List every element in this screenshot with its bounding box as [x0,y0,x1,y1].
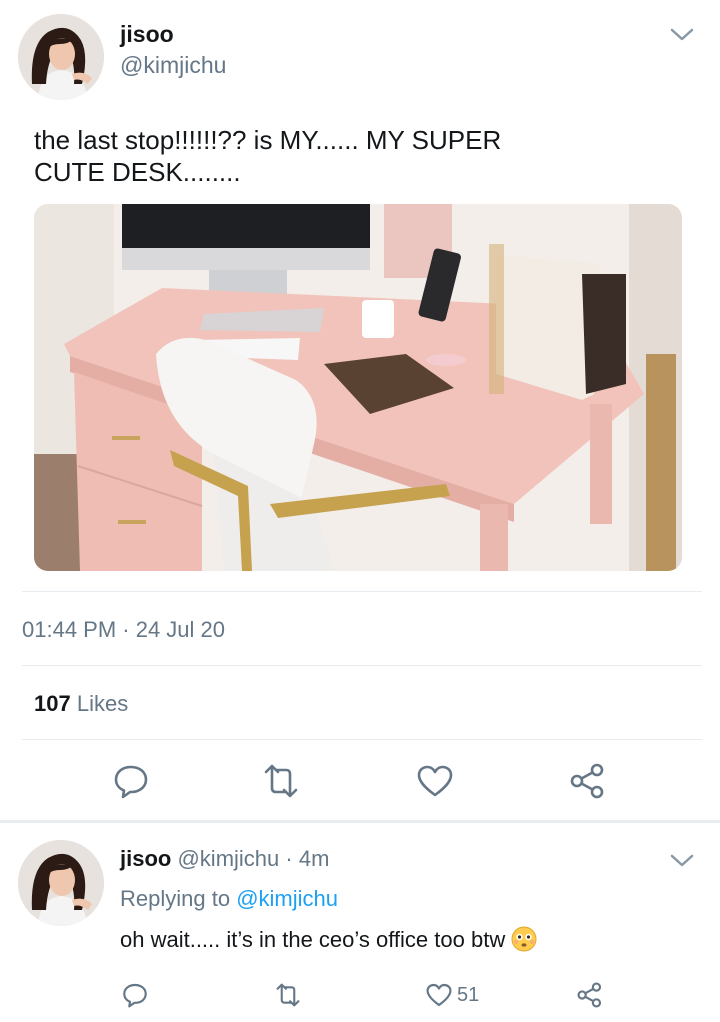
reply-avatar[interactable] [18,840,104,926]
reply-age: · 4m [285,846,330,871]
reply-reply-button[interactable] [120,980,150,1010]
retweet-icon [276,983,300,1007]
chevron-down-icon[interactable] [668,24,696,44]
replying-to: Replying to @kimjichu [120,886,338,912]
chevron-down-icon[interactable] [668,850,696,870]
reply-text-content: oh wait..... it’s in the ceo’s office to… [120,927,506,952]
heart-icon [417,765,453,797]
likes-label: Likes [76,691,129,716]
share-icon [577,982,602,1008]
reply-header: jisoo @kimjichu · 4m [120,846,329,872]
flushed-face-icon [511,926,537,952]
share-icon [570,763,604,799]
timestamp[interactable]: 01:44 PM · 24 Jul 20 [22,617,225,643]
comment-icon [114,765,148,799]
reply-share-button[interactable] [574,980,606,1010]
share-button[interactable] [566,760,610,802]
like-button[interactable] [414,760,456,802]
reply-text: oh wait..... it’s in the ceo’s office to… [120,926,537,953]
retweet-button[interactable] [258,760,304,802]
tweet-text: the last stop!!!!!!?? is MY...... MY SUP… [34,125,502,187]
comment-icon [123,983,147,1008]
retweet-icon [264,764,298,798]
user-handle[interactable]: @kimjichu [120,52,226,79]
reply-like-count: 51 [457,984,480,1006]
reply-handle[interactable]: @kimjichu [177,846,279,871]
reply-like-button[interactable] [424,980,454,1010]
tweet-photo[interactable] [34,204,682,571]
replying-prefix: Replying to [120,886,231,911]
likes-count: 107 [34,691,71,716]
heart-icon [426,983,452,1007]
replying-to-link[interactable]: @kimjichu [236,886,338,911]
reply-display-name[interactable]: jisoo [120,846,171,871]
avatar[interactable] [18,14,104,100]
reply-retweet-button[interactable] [272,980,304,1010]
reply-button[interactable] [110,760,152,802]
display-name[interactable]: jisoo [120,21,174,48]
likes-summary[interactable]: 107 Likes [34,691,128,717]
